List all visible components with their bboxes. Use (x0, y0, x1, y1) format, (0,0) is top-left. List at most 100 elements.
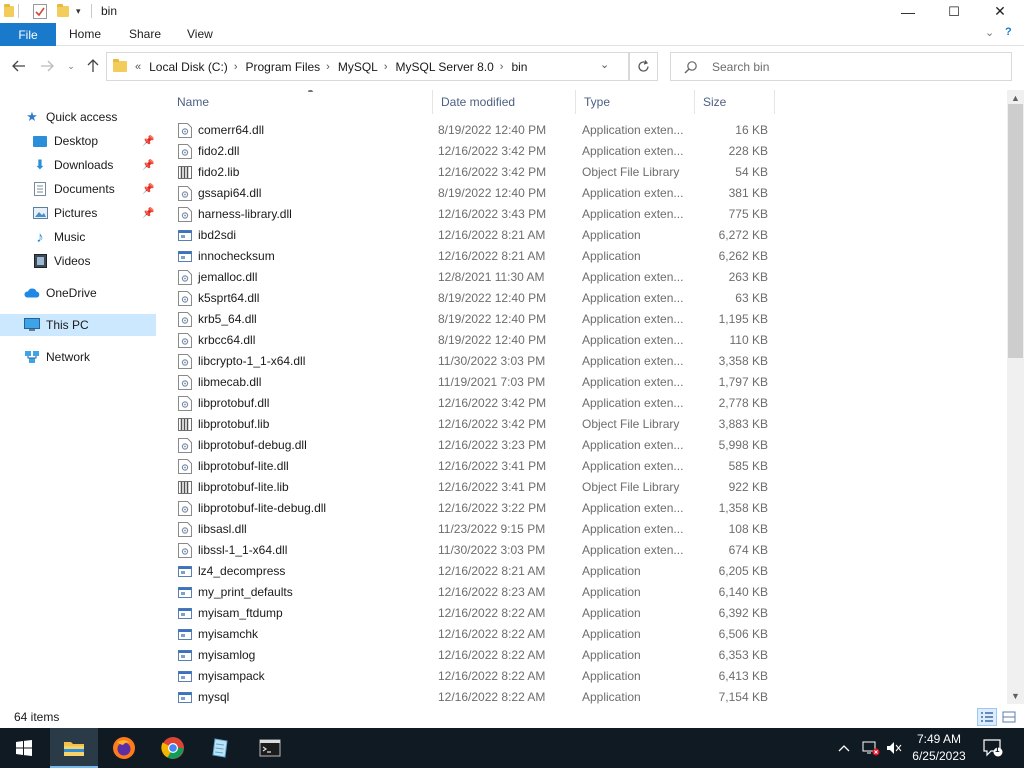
up-button[interactable] (84, 57, 102, 75)
nav-item-label: Music (54, 230, 86, 244)
nav-quick-access[interactable]: ★ Quick access (0, 106, 156, 128)
properties-icon[interactable] (33, 3, 47, 20)
file-row[interactable]: libprotobuf-lite.dll 12/16/2022 3:41 PM Ap… (160, 456, 1006, 477)
tab-file[interactable]: File (0, 23, 56, 46)
recent-locations-icon[interactable]: ⌄ (62, 57, 80, 75)
refresh-button[interactable] (628, 52, 658, 81)
file-row[interactable]: innochecksum 12/16/2022 8:21 AM Applicatio… (160, 246, 1006, 267)
file-row[interactable]: libprotobuf-debug.dll 12/16/2022 3:23 PM A… (160, 435, 1006, 456)
file-row[interactable]: fido2.lib 12/16/2022 3:42 PM Object File L… (160, 162, 1006, 183)
nav-item-videos[interactable]: Videos (0, 250, 156, 272)
file-row[interactable]: mysql 12/16/2022 8:22 AM Application 7,154 … (160, 687, 1006, 704)
crumb-local-disk[interactable]: Local Disk (C:) (149, 60, 228, 74)
network-tray-icon[interactable] (862, 728, 880, 768)
nav-network[interactable]: Network (0, 346, 156, 368)
scroll-thumb[interactable] (1008, 104, 1023, 358)
address-bar[interactable]: « Local Disk (C:) › Program Files › MySQ… (106, 52, 630, 81)
file-type: Application exten... (582, 312, 684, 326)
file-row[interactable]: libssl-1_1-x64.dll 11/30/2022 3:03 PM Appl… (160, 540, 1006, 561)
nav-item-pictures[interactable]: Pictures 📌 (0, 202, 156, 224)
forward-button[interactable] (38, 57, 56, 75)
column-header-type[interactable]: Type (576, 90, 695, 114)
pin-icon[interactable]: 📌 (142, 160, 154, 171)
file-row[interactable]: lz4_decompress 12/16/2022 8:21 AM Applicat… (160, 561, 1006, 582)
chrome-icon[interactable] (149, 728, 197, 768)
file-row[interactable]: libmecab.dll 11/19/2021 7:03 PM Applicatio… (160, 372, 1006, 393)
file-row[interactable]: my_print_defaults 12/16/2022 8:23 AM Appli… (160, 582, 1006, 603)
nav-this-pc[interactable]: This PC (0, 314, 156, 336)
file-date: 12/16/2022 8:21 AM (438, 249, 546, 263)
file-size: 228 KB (728, 144, 768, 158)
large-icons-view-button[interactable] (999, 708, 1019, 726)
tab-share[interactable]: Share (129, 27, 161, 41)
crumb-program-files[interactable]: Program Files (245, 60, 320, 74)
nav-item-desktop[interactable]: Desktop 📌 (0, 130, 156, 152)
file-row[interactable]: myisam_ftdump 12/16/2022 8:22 AM Applicati… (160, 603, 1006, 624)
file-row[interactable]: ibd2sdi 12/16/2022 8:21 AM Application 6,27… (160, 225, 1006, 246)
file-row[interactable]: myisamlog 12/16/2022 8:22 AM Application 6,… (160, 645, 1006, 666)
customize-quick-access-icon[interactable]: ▾ (76, 3, 81, 20)
notepad-icon[interactable] (197, 728, 245, 768)
file-row[interactable]: libprotobuf.lib 12/16/2022 3:42 PM Object … (160, 414, 1006, 435)
expand-ribbon-icon[interactable]: ⌄ (985, 26, 994, 39)
nav-item-downloads[interactable]: ⬇ Downloads 📌 (0, 154, 156, 176)
nav-item-documents[interactable]: Documents 📌 (0, 178, 156, 200)
file-row[interactable]: krbcc64.dll 8/19/2022 12:40 PM Application… (160, 330, 1006, 351)
address-overflow-icon[interactable]: « (135, 61, 141, 73)
column-header-size[interactable]: Size (695, 90, 775, 114)
file-row[interactable]: myisampack 12/16/2022 8:22 AM Application 6… (160, 666, 1006, 687)
new-folder-icon[interactable] (57, 3, 69, 20)
notification-center-icon[interactable]: 1 (983, 728, 1003, 768)
minimize-button[interactable]: — (885, 0, 931, 23)
file-explorer-icon[interactable] (50, 728, 98, 768)
start-icon[interactable] (0, 728, 48, 768)
tab-home[interactable]: Home (69, 27, 101, 41)
crumb-separator[interactable]: › (234, 61, 238, 73)
file-row[interactable]: comerr64.dll 8/19/2022 12:40 PM Applicatio… (160, 120, 1006, 141)
file-date: 11/30/2022 3:03 PM (438, 543, 546, 557)
file-row[interactable]: fido2.dll 12/16/2022 3:42 PM Application e… (160, 141, 1006, 162)
pin-icon[interactable]: 📌 (142, 208, 154, 219)
column-header-name[interactable]: Name ▲ (169, 90, 433, 114)
crumb-mysql[interactable]: MySQL (338, 60, 378, 74)
help-icon[interactable]: ? (1005, 26, 1012, 38)
pin-icon[interactable]: 📌 (142, 136, 154, 147)
nav-item-music[interactable]: ♪ Music (0, 226, 156, 248)
file-row[interactable]: libprotobuf-lite.lib 12/16/2022 3:41 PM Ob… (160, 477, 1006, 498)
file-row[interactable]: libprotobuf.dll 12/16/2022 3:42 PM Applica… (160, 393, 1006, 414)
back-button[interactable] (10, 57, 28, 75)
file-row[interactable]: jemalloc.dll 12/8/2021 11:30 AM Applicatio… (160, 267, 1006, 288)
file-row[interactable]: gssapi64.dll 8/19/2022 12:40 PM Applicatio… (160, 183, 1006, 204)
crumb-separator[interactable]: › (384, 61, 388, 73)
file-row[interactable]: libsasl.dll 11/23/2022 9:15 PM Application… (160, 519, 1006, 540)
search-input[interactable] (712, 59, 992, 74)
crumb-separator[interactable]: › (326, 61, 330, 73)
details-view-button[interactable] (977, 708, 997, 726)
taskbar-clock[interactable]: 7:49 AM 6/25/2023 (906, 731, 972, 765)
terminal-icon[interactable] (246, 728, 294, 768)
cloud-icon (24, 285, 40, 301)
crumb-bin[interactable]: bin (511, 60, 527, 74)
crumb-mysql-server[interactable]: MySQL Server 8.0 (396, 60, 494, 74)
file-size: 6,262 KB (718, 249, 768, 263)
address-dropdown-icon[interactable]: ⌄ (600, 58, 609, 71)
firefox-icon[interactable] (100, 728, 148, 768)
file-row[interactable]: myisamchk 12/16/2022 8:22 AM Application 6,… (160, 624, 1006, 645)
scroll-down-icon[interactable]: ▼ (1007, 688, 1024, 704)
file-row[interactable]: harness-library.dll 12/16/2022 3:43 PM App… (160, 204, 1006, 225)
vertical-scrollbar[interactable]: ▲ ▼ (1007, 90, 1024, 704)
show-hidden-icons[interactable] (838, 728, 850, 768)
file-row[interactable]: k5sprt64.dll 8/19/2022 12:40 PM Applicatio… (160, 288, 1006, 309)
maximize-button[interactable]: ☐ (931, 0, 977, 23)
nav-onedrive[interactable]: OneDrive (0, 282, 156, 304)
volume-icon[interactable] (886, 728, 902, 768)
search-box[interactable] (670, 52, 1012, 81)
file-row[interactable]: libcrypto-1_1-x64.dll 11/30/2022 3:03 PM A… (160, 351, 1006, 372)
pin-icon[interactable]: 📌 (142, 184, 154, 195)
file-row[interactable]: libprotobuf-lite-debug.dll 12/16/2022 3:2… (160, 498, 1006, 519)
column-header-date[interactable]: Date modified (433, 90, 576, 114)
close-button[interactable]: ✕ (977, 0, 1023, 23)
crumb-separator[interactable]: › (500, 61, 504, 73)
tab-view[interactable]: View (187, 27, 213, 41)
file-row[interactable]: krb5_64.dll 8/19/2022 12:40 PM Application… (160, 309, 1006, 330)
